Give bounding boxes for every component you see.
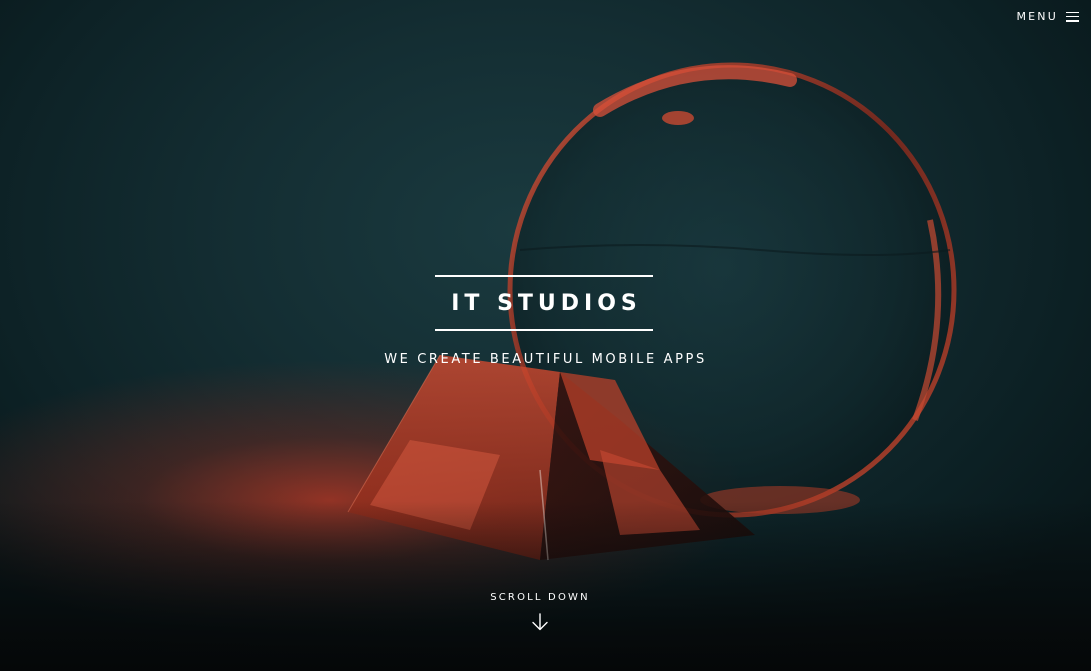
- brand-title-box: IT STUDIOS: [435, 275, 653, 331]
- hamburger-icon: [1066, 11, 1079, 22]
- hero-background-image: [347, 62, 957, 561]
- tagline: WE CREATE BEAUTIFUL MOBILE APPS: [384, 352, 707, 367]
- site-title: IT STUDIOS: [451, 290, 642, 316]
- arrow-down-icon: [532, 613, 548, 631]
- scroll-down-label: SCROLL DOWN: [490, 592, 590, 603]
- scroll-down-button[interactable]: SCROLL DOWN: [440, 592, 640, 631]
- menu-button[interactable]: MENU: [1016, 10, 1079, 23]
- menu-label: MENU: [1016, 10, 1058, 23]
- hero-section: MENU IT STUDIOS WE CREATE BEAUTIFUL MOBI…: [0, 0, 1091, 671]
